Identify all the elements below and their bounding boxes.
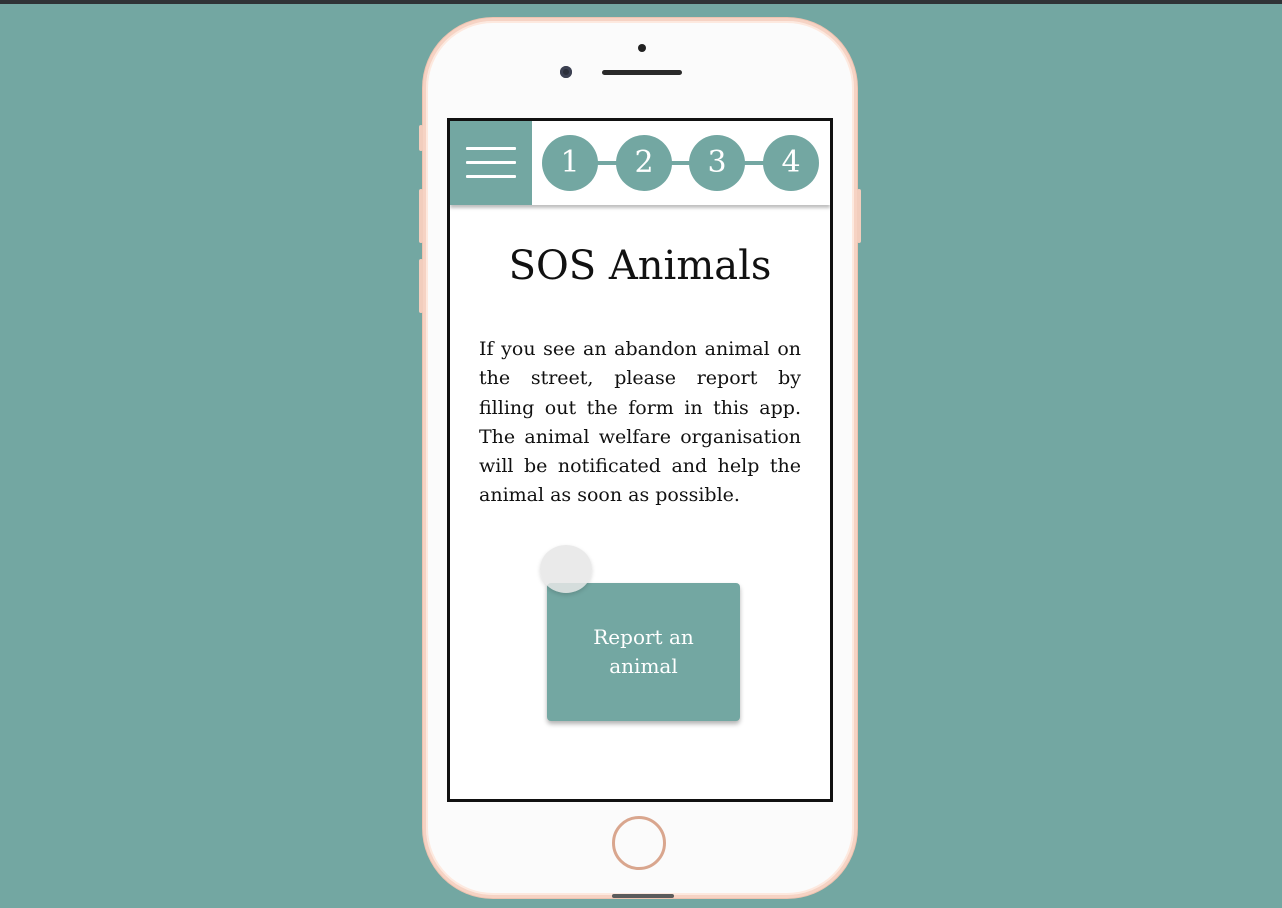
side-button-volume-down: [419, 259, 423, 313]
step-progress: 1 2 3 4: [542, 135, 820, 191]
proximity-sensor: [638, 44, 646, 52]
intro-description: If you see an abandon animal on the stre…: [479, 338, 801, 507]
touch-indicator: [540, 545, 592, 593]
window-top-bar: [0, 0, 1282, 4]
page-title: SOS Animals: [508, 243, 772, 289]
report-animal-button-label: Report an animal: [593, 625, 694, 678]
home-button[interactable]: [612, 816, 666, 870]
front-camera-icon: [560, 66, 572, 78]
step-connector: [743, 161, 765, 165]
app-screen: 1 2 3 4 SOS Animals If you see an abando…: [447, 118, 833, 802]
step-3[interactable]: 3: [689, 135, 745, 191]
side-button-volume-up: [419, 189, 423, 243]
bottom-edge: [612, 894, 674, 898]
hamburger-menu-icon-line: [466, 161, 516, 164]
step-4[interactable]: 4: [763, 135, 819, 191]
side-button-mute: [419, 125, 423, 151]
app-header: 1 2 3 4: [450, 121, 830, 205]
step-connector: [596, 161, 618, 165]
hamburger-menu-icon-line: [466, 175, 516, 178]
earpiece-speaker: [602, 70, 682, 75]
step-1[interactable]: 1: [542, 135, 598, 191]
step-2[interactable]: 2: [616, 135, 672, 191]
side-button-power: [857, 189, 861, 243]
phone-frame: 1 2 3 4 SOS Animals If you see an abando…: [419, 18, 861, 898]
menu-button[interactable]: [450, 121, 532, 205]
report-animal-button[interactable]: Report an animal: [547, 583, 740, 721]
hamburger-menu-icon: [466, 147, 516, 150]
